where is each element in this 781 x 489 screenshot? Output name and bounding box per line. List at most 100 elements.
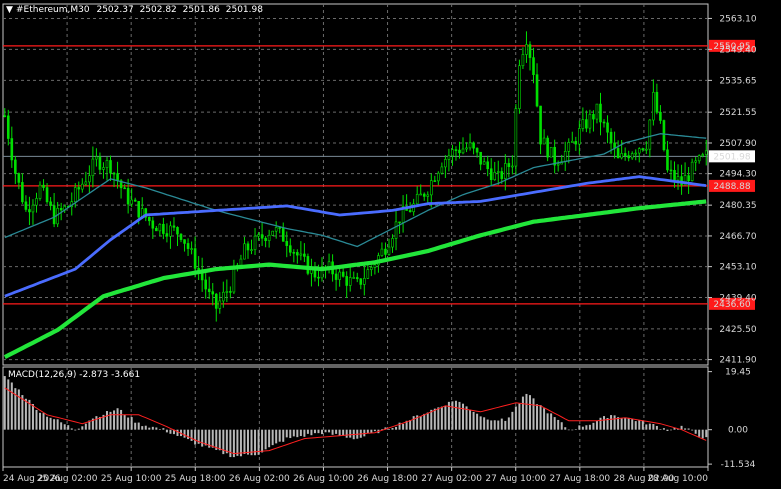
macd-bar — [77, 428, 80, 430]
candle-body — [88, 175, 91, 183]
candle-body — [95, 156, 98, 160]
candle-body — [35, 198, 38, 206]
x-tick-label: 25 Aug 18:00 — [165, 474, 226, 484]
macd-bar — [528, 395, 531, 430]
macd-bar — [476, 413, 479, 430]
macd-bar — [462, 403, 465, 430]
macd-y-tick-label: 0.00 — [728, 426, 748, 436]
macd-bar — [3, 376, 6, 430]
x-tick-label: 25 Aug 10:00 — [101, 474, 162, 484]
candle-body — [563, 151, 567, 162]
macd-bar — [35, 409, 38, 430]
macd-bar — [162, 428, 165, 430]
macd-bar — [518, 403, 521, 430]
macd-bar — [507, 417, 510, 430]
macd-bar — [21, 395, 24, 430]
candle-body — [553, 146, 556, 166]
candle-body — [687, 175, 690, 182]
macd-bar — [345, 429, 348, 438]
macd-bar — [571, 429, 574, 431]
candle-body — [59, 208, 63, 211]
macd-bar — [261, 429, 264, 453]
candle-body — [496, 171, 500, 173]
candle-body — [84, 181, 88, 185]
candle-body — [299, 253, 303, 256]
y-tick-label: 2466.70 — [719, 232, 756, 242]
macd-bar — [299, 429, 302, 437]
candle-body — [429, 180, 433, 196]
y-tick-label: 2453.10 — [719, 263, 756, 273]
candle-body — [525, 44, 528, 55]
macd-bar — [595, 420, 598, 430]
macd-bar — [701, 429, 704, 439]
macd-bar — [74, 429, 77, 431]
macd-bar — [98, 416, 101, 430]
candle-body — [183, 239, 186, 244]
candle-body — [348, 277, 352, 286]
candle-body — [3, 115, 7, 117]
candle-body — [468, 142, 472, 149]
macd-y-tick-label: 19.45 — [725, 368, 751, 378]
macd-bar — [500, 418, 503, 430]
y-tick-label: 2507.90 — [719, 139, 756, 149]
macd-bar — [631, 419, 634, 430]
candle-body — [225, 291, 229, 293]
candle-body — [42, 184, 45, 188]
macd-bar — [543, 408, 546, 430]
candle-body — [673, 170, 676, 181]
candle-body — [704, 150, 708, 155]
candle-body — [599, 103, 602, 123]
candle-body — [105, 160, 109, 168]
candle-body — [130, 199, 133, 205]
candle-body — [489, 168, 493, 181]
macd-bar — [613, 415, 616, 430]
candle-body — [109, 160, 112, 174]
candle-body — [511, 165, 514, 168]
candle-body — [652, 91, 655, 121]
candle-body — [123, 187, 126, 190]
macd-bar — [627, 417, 630, 430]
macd-bar — [511, 411, 514, 430]
macd-bar — [451, 401, 454, 430]
macd-bar — [574, 429, 577, 430]
macd-bar — [698, 429, 701, 437]
candle-body — [281, 227, 285, 242]
candle-body — [49, 201, 52, 206]
candle-body — [267, 234, 271, 241]
macd-bar — [521, 396, 524, 430]
macd-bar — [225, 429, 228, 454]
y-tick-label: 2480.35 — [719, 201, 756, 211]
macd-bar — [46, 416, 49, 430]
macd-bar — [433, 408, 436, 430]
macd-bar — [81, 426, 84, 430]
candle-body — [465, 147, 468, 150]
candle-body — [211, 291, 215, 295]
macd-bar — [387, 429, 390, 430]
candle-body — [98, 156, 102, 170]
candle-body — [645, 148, 648, 151]
y-tick-label: 2535.65 — [719, 76, 756, 86]
macd-bar — [532, 398, 535, 430]
macd-bar — [282, 429, 285, 442]
macd-bar — [669, 429, 672, 431]
candle-body — [102, 167, 105, 170]
macd-bar — [331, 429, 334, 435]
candle-body — [595, 103, 599, 120]
candle-body — [21, 182, 24, 203]
price-chart[interactable]: 2550.952488.882436.602501.98 2563.102549… — [0, 0, 781, 489]
macd-bar — [483, 417, 486, 430]
candle-body — [581, 119, 585, 129]
macd-bar — [113, 410, 116, 430]
macd-bar — [24, 398, 27, 430]
y-tick-label: 2439.40 — [719, 294, 756, 304]
candle-body — [662, 120, 666, 151]
candle-body — [239, 258, 243, 266]
candle-body — [655, 91, 659, 113]
macd-bar — [194, 429, 197, 445]
candle-body — [440, 166, 444, 174]
macd-bar — [564, 427, 567, 430]
candle-body — [186, 243, 190, 249]
candle-body — [454, 149, 458, 151]
candle-body — [133, 199, 137, 202]
macd-bar — [620, 418, 623, 430]
